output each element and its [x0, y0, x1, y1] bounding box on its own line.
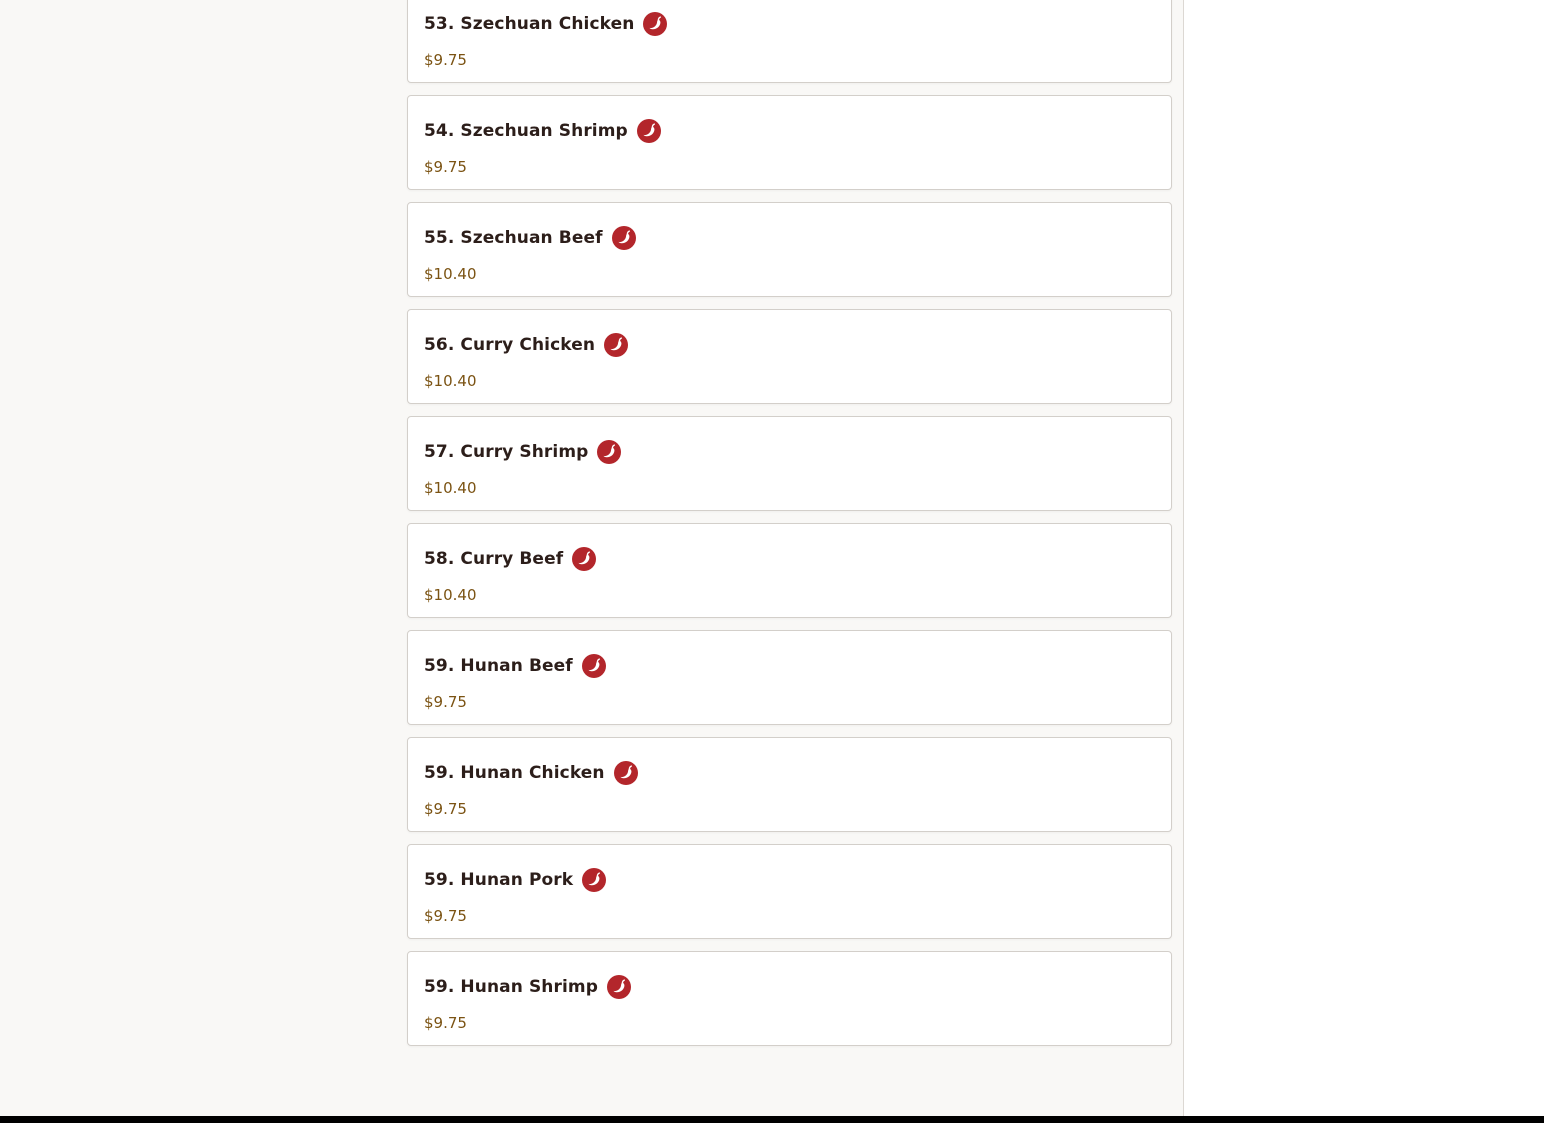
- footer-bar: [0, 1116, 1544, 1123]
- spicy-pepper-icon: [643, 12, 668, 36]
- cart-sidebar: [1183, 0, 1544, 1116]
- menu-item-name: 59. Hunan Shrimp: [424, 977, 598, 997]
- menu-item-name: 59. Hunan Chicken: [424, 763, 605, 783]
- spicy-pepper-icon: [582, 868, 607, 892]
- menu-item-price: $9.75: [424, 907, 467, 925]
- menu-item-name: 57. Curry Shrimp: [424, 442, 589, 462]
- menu-item-name: 58. Curry Beef: [424, 549, 564, 569]
- spicy-pepper-icon: [607, 975, 631, 999]
- menu-item-price: $9.75: [424, 800, 467, 818]
- menu-item-card[interactable]: 53. Szechuan Chicken $9.75: [407, 0, 1172, 83]
- spicy-pepper-icon: [636, 119, 661, 143]
- menu-item-price: $10.40: [424, 372, 477, 390]
- menu-item-title-row: 55. Szechuan Beef: [424, 203, 1155, 250]
- menu-item-price: $9.75: [424, 693, 467, 711]
- menu-item-title-row: 58. Curry Beef: [424, 524, 1155, 571]
- menu-item-title-row: 56. Curry Chicken: [424, 310, 1155, 357]
- menu-item-price: $9.75: [424, 158, 467, 176]
- menu-item-price: $10.40: [424, 265, 477, 283]
- spicy-pepper-icon: [581, 654, 606, 678]
- menu-item-card[interactable]: 59. Hunan Shrimp $9.75: [407, 951, 1172, 1046]
- menu-item-card[interactable]: 59. Hunan Beef $9.75: [407, 630, 1172, 725]
- menu-item-price: $10.40: [424, 479, 477, 497]
- menu-item-title-row: 54. Szechuan Shrimp: [424, 96, 1155, 143]
- menu-item-card[interactable]: 54. Szechuan Shrimp $9.75: [407, 95, 1172, 190]
- menu-item-name: 54. Szechuan Shrimp: [424, 121, 628, 141]
- menu-item-title-row: 57. Curry Shrimp: [424, 417, 1155, 464]
- menu-item-title-row: 59. Hunan Chicken: [424, 738, 1155, 785]
- menu-item-name: 59. Hunan Beef: [424, 656, 573, 676]
- spicy-pepper-icon: [613, 761, 638, 785]
- menu-item-name: 59. Hunan Pork: [424, 870, 574, 890]
- menu-item-title-row: 59. Hunan Shrimp: [424, 952, 1155, 999]
- menu-item-title-row: 59. Hunan Beef: [424, 631, 1155, 678]
- spicy-pepper-icon: [611, 226, 636, 250]
- menu-item-title-row: 53. Szechuan Chicken: [424, 0, 1155, 36]
- menu-item-price: $9.75: [424, 1014, 467, 1032]
- menu-item-card[interactable]: 57. Curry Shrimp $10.40: [407, 416, 1172, 511]
- menu-item-name: 55. Szechuan Beef: [424, 228, 603, 248]
- menu-item-name: 56. Curry Chicken: [424, 335, 596, 355]
- menu-item-price: $10.40: [424, 586, 477, 604]
- menu-item-card[interactable]: 56. Curry Chicken $10.40: [407, 309, 1172, 404]
- spicy-pepper-icon: [572, 547, 597, 571]
- spicy-pepper-icon: [604, 333, 629, 357]
- menu-item-list: 53. Szechuan Chicken $9.75 54. Szechuan …: [407, 0, 1172, 1058]
- menu-item-price: $9.75: [424, 51, 467, 69]
- menu-item-card[interactable]: 59. Hunan Pork $9.75: [407, 844, 1172, 939]
- menu-item-card[interactable]: 55. Szechuan Beef $10.40: [407, 202, 1172, 297]
- spicy-pepper-icon: [597, 440, 622, 464]
- menu-item-title-row: 59. Hunan Pork: [424, 845, 1155, 892]
- menu-item-card[interactable]: 58. Curry Beef $10.40: [407, 523, 1172, 618]
- menu-item-name: 53. Szechuan Chicken: [424, 14, 635, 34]
- menu-item-card[interactable]: 59. Hunan Chicken $9.75: [407, 737, 1172, 832]
